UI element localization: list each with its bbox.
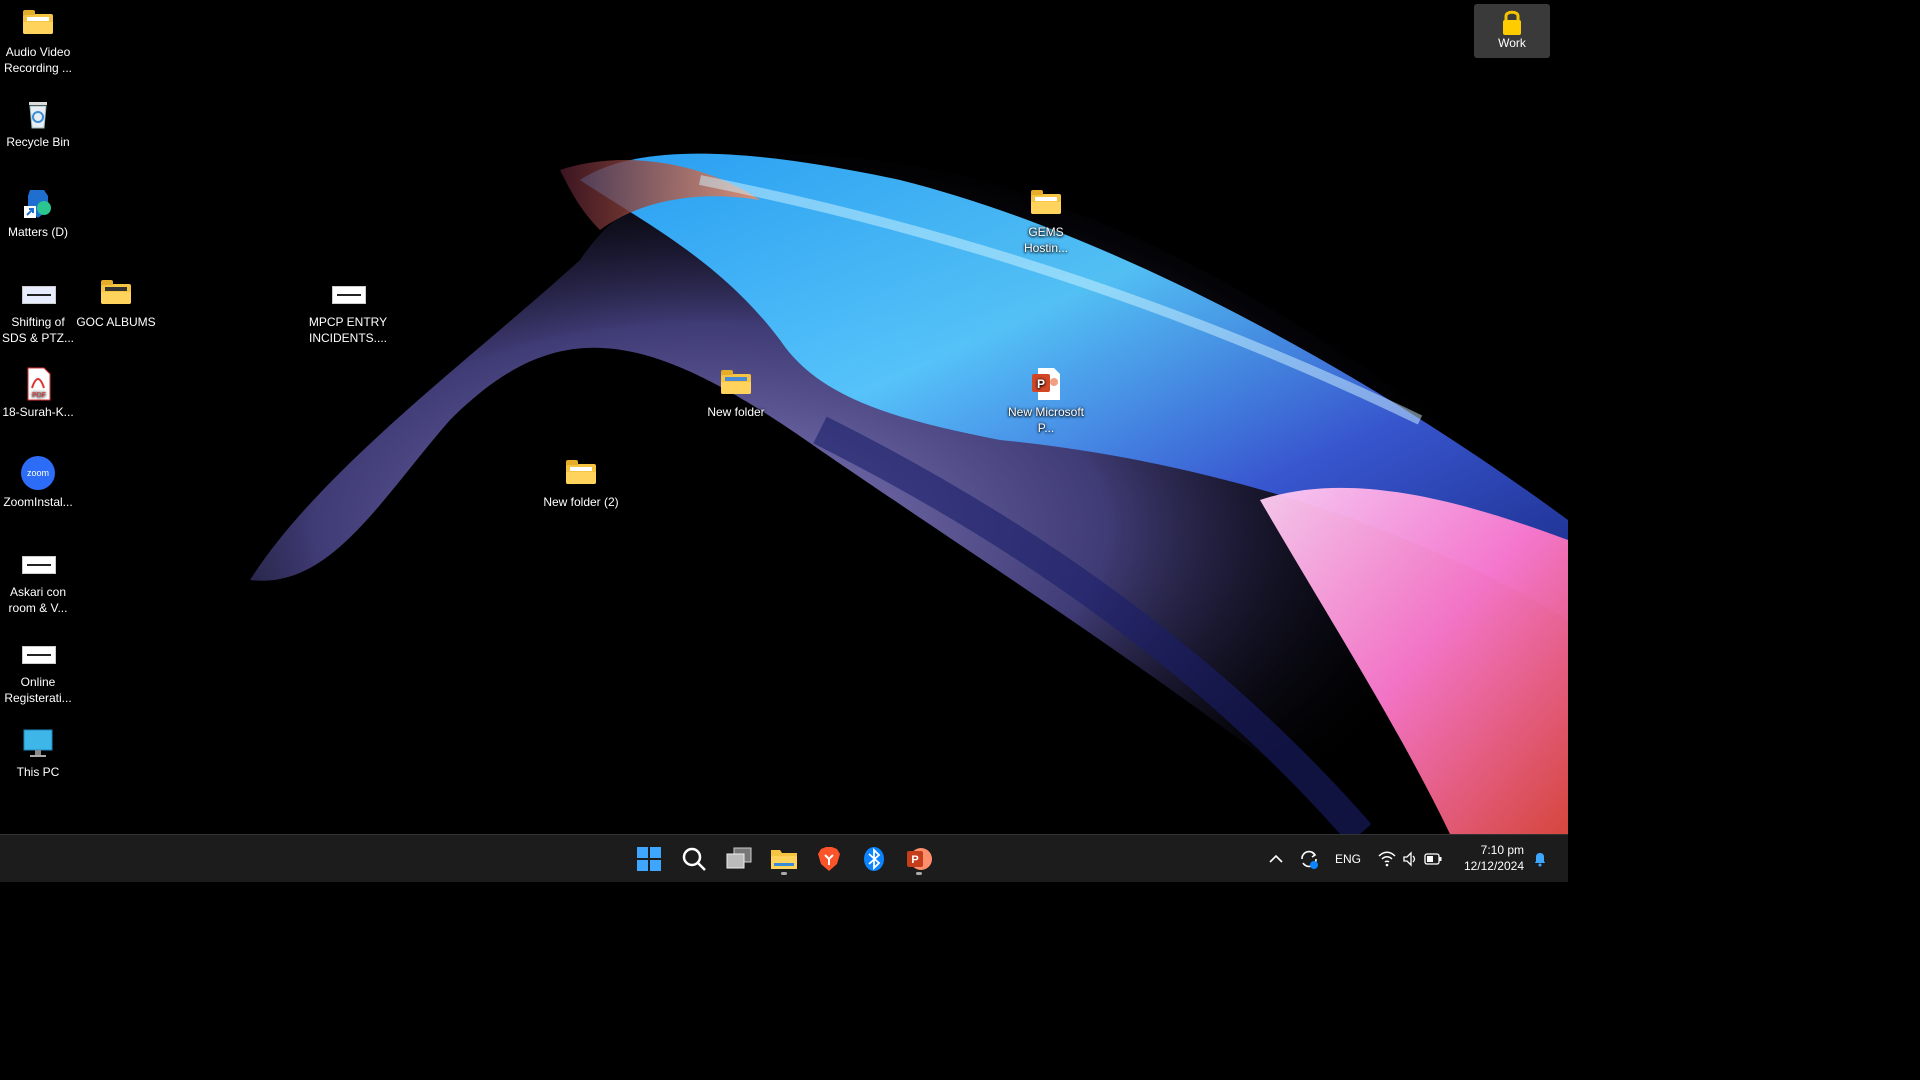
- windows-icon: [637, 847, 661, 871]
- mpcp-entry-incidents-file[interactable]: MPCP ENTRY INCIDENTS....: [308, 276, 388, 346]
- work-profile-button[interactable]: Work: [1474, 4, 1550, 58]
- shifting-of-sds-file[interactable]: Shifting of SDS & PTZ...: [0, 276, 78, 346]
- folder-icon: [20, 6, 56, 42]
- clock[interactable]: 7:10 pm 12/12/2024: [1464, 842, 1524, 874]
- clock-date: 12/12/2024: [1463, 859, 1524, 873]
- surah-pdf-file[interactable]: PDF 18-Surah-K...: [0, 366, 78, 420]
- show-hidden-icons-button[interactable]: [1264, 847, 1288, 871]
- icon-label: GOC ALBUMS: [76, 315, 156, 329]
- icon-label: New folder (2): [543, 495, 619, 509]
- pdf-glyph-text: PDF: [32, 392, 46, 399]
- askari-con-room-file[interactable]: Askari con room & V...: [0, 546, 78, 616]
- audio-video-recording-folder[interactable]: Audio Video Recording ...: [0, 6, 78, 76]
- wifi-icon: [1378, 851, 1396, 867]
- desktop-wallpaper: [250, 153, 1568, 834]
- search-button[interactable]: [676, 841, 712, 877]
- matters-d-shortcut[interactable]: Matters (D): [0, 186, 78, 240]
- this-pc[interactable]: This PC: [0, 726, 78, 780]
- shield-shortcut-icon: [20, 186, 56, 222]
- icon-label: Shifting of SDS & PTZ...: [1, 315, 74, 345]
- recycle-bin[interactable]: Recycle Bin: [0, 96, 78, 150]
- document-icon: [20, 276, 56, 312]
- brave-browser-button[interactable]: [811, 841, 847, 877]
- running-indicator: [916, 872, 922, 875]
- search-icon: [682, 847, 706, 871]
- new-folder-2[interactable]: New folder (2): [541, 456, 621, 510]
- network-volume-battery-group[interactable]: [1374, 847, 1446, 871]
- volume-icon: [1403, 851, 1416, 867]
- icon-label: Recycle Bin: [6, 135, 70, 149]
- task-view-icon: [726, 847, 752, 869]
- powerpoint-icon: P: [907, 848, 932, 870]
- icon-label: MPCP ENTRY INCIDENTS....: [308, 315, 388, 345]
- icon-label: 18-Surah-K...: [2, 405, 74, 419]
- document-icon: [20, 546, 56, 582]
- zoom-icon: zoom: [20, 456, 56, 492]
- document-icon: [330, 276, 366, 312]
- powerpoint-icon: P: [1028, 366, 1064, 402]
- clock-time: 7:10 pm: [1480, 843, 1524, 857]
- taskbar: P ENG 7:10 pm 12/12/2024: [0, 834, 1568, 882]
- online-registration-file[interactable]: Online Registerati...: [0, 636, 78, 706]
- work-label: Work: [1498, 36, 1526, 50]
- task-view-button[interactable]: [721, 841, 757, 877]
- folder-icon: [1028, 186, 1064, 222]
- icon-label: New folder: [707, 405, 765, 419]
- language-label: ENG: [1334, 852, 1361, 866]
- gems-hosting-folder[interactable]: GEMS Hostin...: [1006, 186, 1086, 256]
- bluetooth-button[interactable]: [856, 841, 892, 877]
- notifications-button[interactable]: [1530, 847, 1550, 871]
- monitor-icon: [20, 726, 56, 762]
- new-powerpoint-file[interactable]: P New Microsoft P...: [1006, 366, 1086, 436]
- folder-icon: [718, 366, 754, 402]
- file-explorer-icon: [771, 850, 797, 869]
- icon-label: ZoomInstal...: [3, 495, 73, 509]
- goc-albums-folder[interactable]: GOC ALBUMS: [76, 276, 156, 330]
- zoom-glyph: zoom: [21, 456, 55, 490]
- folder-icon: [563, 456, 599, 492]
- new-folder[interactable]: New folder: [696, 366, 776, 420]
- icon-label: Online Registerati...: [4, 675, 72, 705]
- chevron-up-icon: [1269, 854, 1283, 863]
- icon-label: This PC: [16, 765, 60, 779]
- zoom-installer-file[interactable]: zoom ZoomInstal...: [0, 456, 78, 510]
- icon-label: Audio Video Recording ...: [3, 45, 73, 75]
- lock-icon: [1499, 8, 1525, 36]
- ppt-taskbar-glyph: P: [911, 854, 918, 866]
- running-indicator: [781, 872, 787, 875]
- sync-tray-button[interactable]: [1296, 847, 1322, 871]
- bell-icon: [1535, 853, 1545, 867]
- recycle-bin-icon: [20, 96, 56, 132]
- icon-label: Askari con room & V...: [8, 585, 68, 615]
- battery-icon: [1424, 853, 1442, 865]
- icon-label: New Microsoft P...: [1007, 405, 1084, 435]
- powerpoint-button[interactable]: P: [901, 841, 937, 877]
- sync-icon: [1301, 850, 1318, 869]
- document-icon: [20, 636, 56, 672]
- bluetooth-icon: [864, 847, 884, 871]
- start-button[interactable]: [631, 841, 667, 877]
- file-explorer-button[interactable]: [766, 841, 802, 877]
- pdf-icon: PDF: [20, 366, 56, 402]
- folder-icon: [98, 276, 134, 312]
- icon-label: Matters (D): [8, 225, 68, 239]
- ppt-glyph-text: P: [1037, 377, 1045, 391]
- icon-label: GEMS Hostin...: [1023, 225, 1068, 255]
- language-indicator[interactable]: ENG: [1330, 847, 1366, 871]
- brave-lion-icon: [818, 847, 840, 871]
